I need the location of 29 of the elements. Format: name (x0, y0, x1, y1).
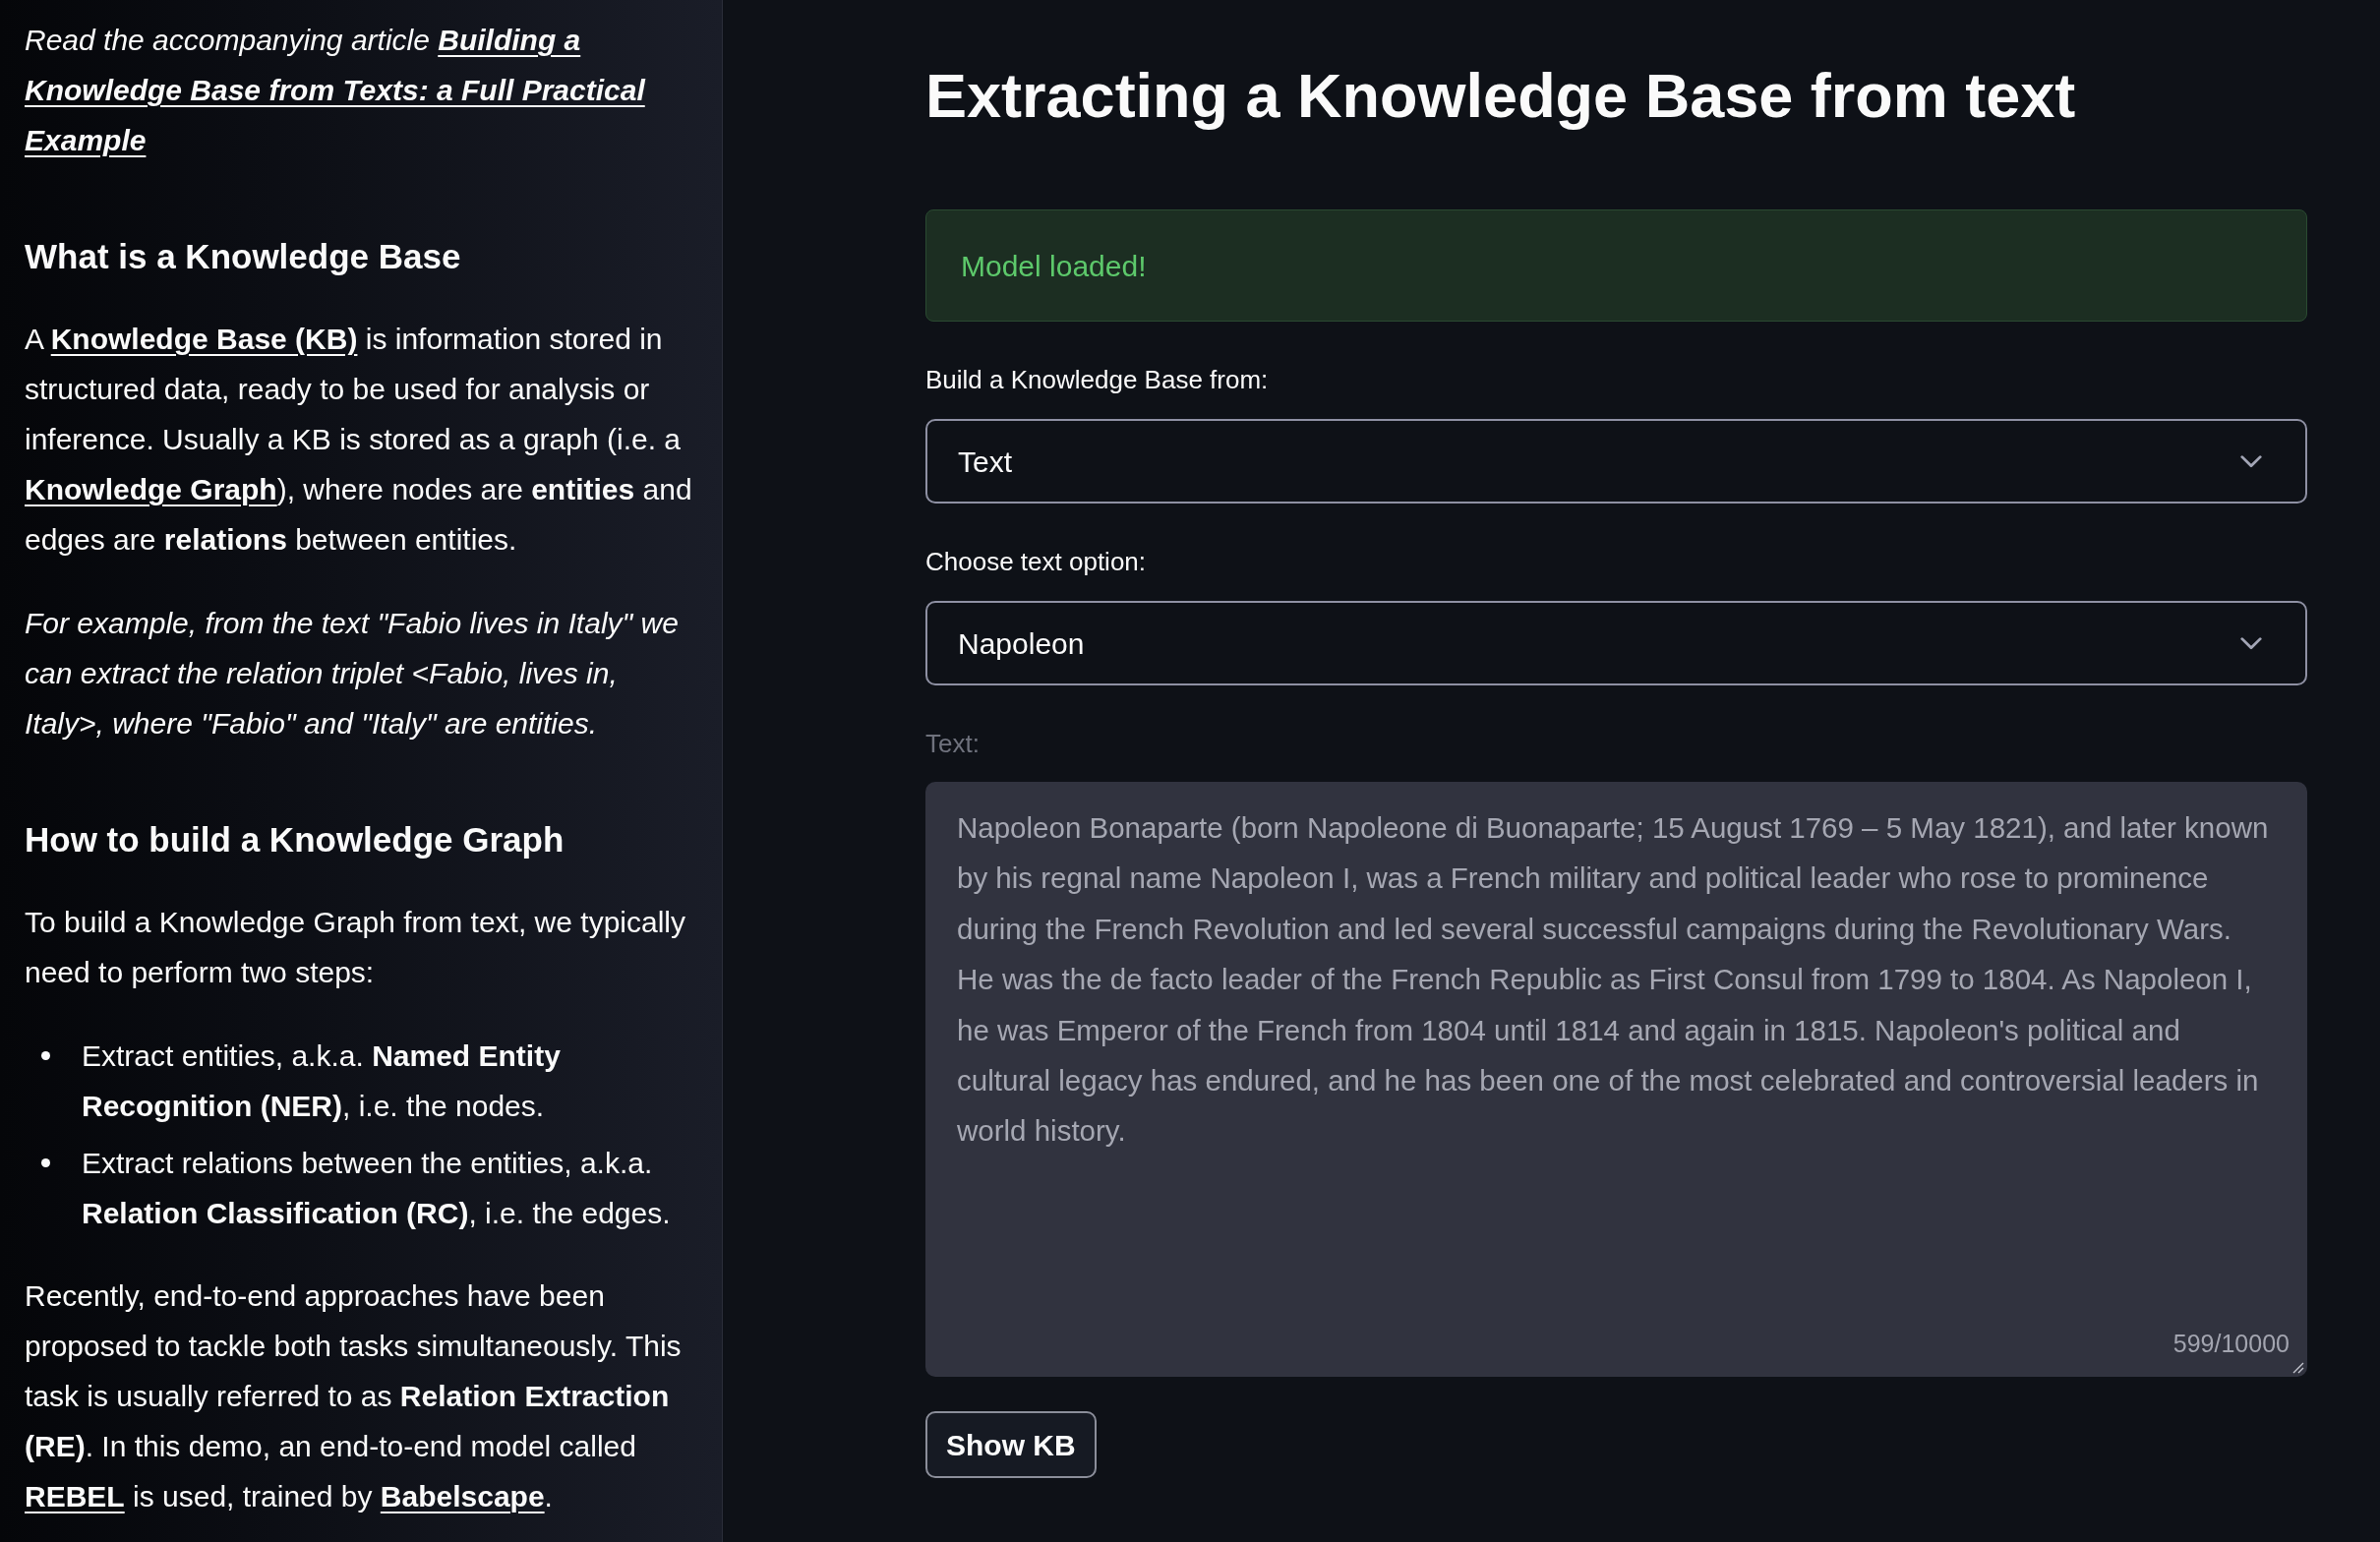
page-title: Extracting a Knowledge Base from text (925, 60, 2076, 132)
section-heading: How to build a Knowledge Graph (25, 819, 565, 860)
dropdown[interactable]: Napoleon (925, 601, 2307, 685)
text-link[interactable]: REBEL (25, 1480, 125, 1512)
text-link[interactable]: Example (25, 124, 147, 156)
text-link[interactable]: Babelscape (380, 1480, 545, 1512)
dropdown[interactable]: Text (925, 419, 2307, 504)
list-item-text: Extract relations between the entities, a.k.a. Relation Classification (RC), i.e. the edges. (82, 1146, 672, 1231)
success-message: Model loaded! (925, 209, 2307, 322)
character-counter: 599/10000 (2172, 1329, 2290, 1359)
paragraph: Recently, end-to-end approaches have been proposed to tackle both tasks simultaneously. This task is usually referred to as Relation Extraction (RE). In this demo, an end-to-end model called REBEL is used, trained by Babelscape. (25, 1278, 683, 1514)
paragraph: Read the accompanying article Building a Knowledge Base from Texts: a Full Practical Example (25, 23, 647, 158)
show-kb-button[interactable]: Show KB (925, 1411, 1097, 1478)
text-link[interactable]: Building a (438, 24, 581, 56)
list-item-text: Extract entities, a.k.a. Named Entity Recognition (NER), i.e. the nodes. (82, 1038, 562, 1124)
chevron-down-icon (2240, 636, 2262, 650)
field-label: Text: (925, 728, 980, 760)
section-heading: What is a Knowledge Base (25, 236, 461, 277)
paragraph: A Knowledge Base (KB) is information stored in structured data, ready to be used for analysis or inference. Usually a KB is stored as a graph (i.e. a Knowledge Graph), where nodes are entities and edges are relations between entities. (25, 322, 693, 558)
text-link[interactable]: Knowledge Base from Texts: a Full Practical (25, 74, 645, 106)
paragraph: To build a Knowledge Graph from text, we typically need to perform two steps: (25, 905, 686, 990)
text-link[interactable]: Knowledge Base (KB) (50, 323, 358, 355)
field-label: Build a Knowledge Base from: (925, 364, 1269, 396)
field-label: Choose text option: (925, 546, 1147, 578)
bullet-icon (41, 1051, 50, 1060)
bullet-icon (41, 1158, 50, 1167)
paragraph: For example, from the text "Fabio lives in Italy" we can extract the relation triplet <Fabio, lives in, Italy>, where "Fabio" and "Italy" are entities. (25, 606, 680, 741)
chevron-down-icon (2240, 454, 2262, 468)
text-link[interactable]: Knowledge Graph (25, 473, 277, 505)
